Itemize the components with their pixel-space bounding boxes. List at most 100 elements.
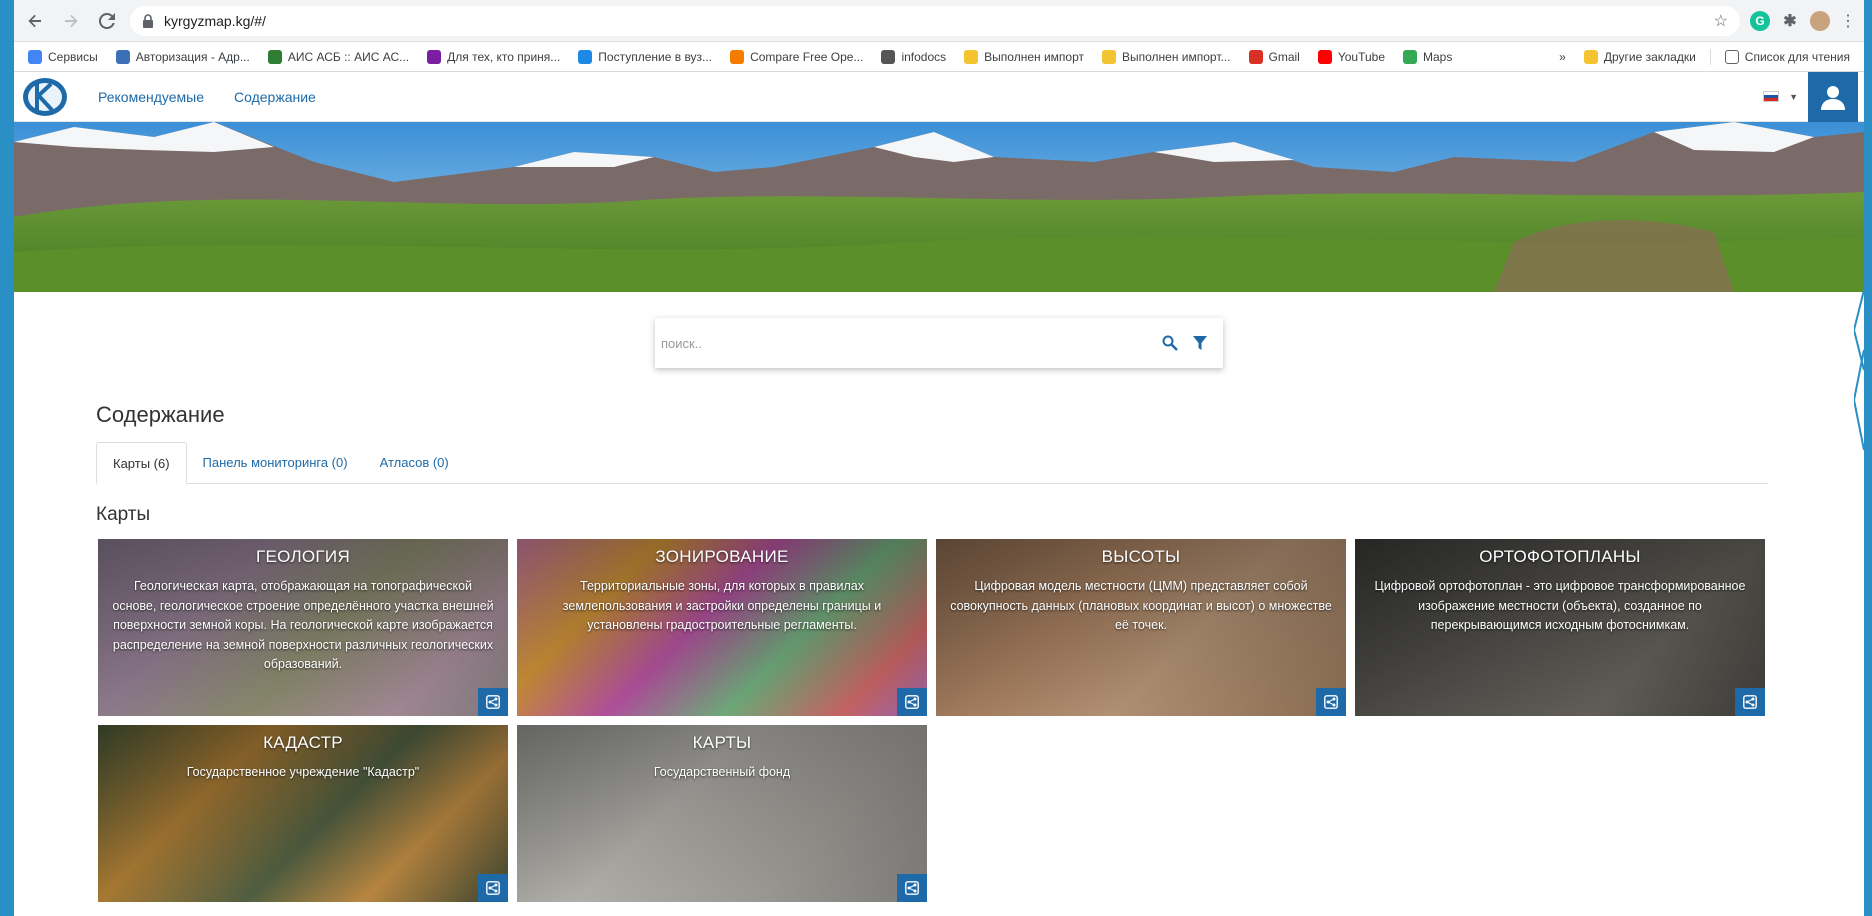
main-content: Содержание Карты (6) Панель мониторинга (… bbox=[14, 402, 1864, 902]
map-card-body: ВЫСОТЫ Цифровая модель местности (ЦММ) пр… bbox=[936, 539, 1346, 636]
site-logo[interactable] bbox=[20, 75, 70, 119]
bookmark-favicon-icon bbox=[427, 49, 442, 64]
bookmark-item[interactable]: Сервисы bbox=[20, 49, 106, 64]
grammarly-extension-icon[interactable]: G bbox=[1750, 10, 1770, 31]
map-card-description: Государственное учреждение "Кадастр" bbox=[186, 765, 420, 779]
nav-contents-link[interactable]: Содержание bbox=[234, 89, 316, 105]
user-account-button[interactable] bbox=[1808, 71, 1858, 122]
share-icon bbox=[486, 695, 500, 709]
bookmark-favicon-icon bbox=[730, 49, 745, 64]
map-card-title: ОРТОФОТОПЛАНЫ bbox=[1479, 547, 1641, 566]
content-tab[interactable]: Панель мониторинга (0) bbox=[187, 442, 364, 483]
bookmark-item[interactable]: Выполнен импорт... bbox=[1094, 49, 1239, 64]
share-icon bbox=[1324, 695, 1338, 709]
site-nav: Рекомендуемые Содержание bbox=[98, 89, 316, 105]
reload-icon bbox=[99, 12, 115, 29]
arrow-right-icon bbox=[65, 14, 78, 27]
bookmark-item[interactable]: Compare Free Ope... bbox=[722, 49, 871, 64]
reading-list-icon bbox=[1724, 49, 1739, 64]
share-button[interactable] bbox=[478, 874, 508, 902]
forward-button[interactable] bbox=[58, 8, 84, 34]
bookmark-label: Gmail bbox=[1268, 49, 1300, 64]
map-card[interactable]: КАРТЫ Государственный фонд bbox=[517, 725, 927, 902]
browser-toolbar: kyrgyzmap.kg/#/ ☆ G ✱ ⋮ bbox=[14, 0, 1864, 42]
bookmark-item[interactable]: Выполнен импорт bbox=[956, 49, 1092, 64]
language-caret-icon[interactable]: ▼ bbox=[1789, 92, 1798, 102]
share-icon bbox=[1743, 695, 1757, 709]
map-card-body: ОРТОФОТОПЛАНЫ Цифровой ортофотоплан - это… bbox=[1355, 539, 1765, 636]
share-icon bbox=[486, 881, 500, 895]
share-button[interactable] bbox=[1735, 688, 1765, 716]
browser-menu-icon[interactable]: ⋮ bbox=[1840, 11, 1856, 31]
bookmark-label: YouTube bbox=[1337, 49, 1386, 64]
bookmark-label: Поступление в вуз... bbox=[598, 49, 713, 64]
bookmark-item[interactable]: Для тех, кто приня... bbox=[419, 49, 568, 64]
bookmark-label: Для тех, кто приня... bbox=[447, 49, 561, 64]
bookmark-label: infodocs bbox=[901, 49, 947, 64]
bookmark-favicon-icon bbox=[115, 49, 130, 64]
bookmark-label: Maps bbox=[1423, 49, 1453, 64]
share-button[interactable] bbox=[897, 688, 927, 716]
bookmarks-separator bbox=[1709, 48, 1711, 65]
other-bookmarks-folder[interactable]: Другие закладки bbox=[1576, 49, 1704, 64]
map-card-body: КАРТЫ Государственный фонд bbox=[517, 725, 927, 783]
bookmark-item[interactable]: infodocs bbox=[873, 49, 954, 64]
extensions-puzzle-icon[interactable]: ✱ bbox=[1780, 11, 1800, 31]
bookmark-label: Сервисы bbox=[48, 49, 98, 64]
share-icon bbox=[905, 881, 919, 895]
address-bar[interactable]: kyrgyzmap.kg/#/ ☆ bbox=[130, 5, 1740, 36]
share-button[interactable] bbox=[897, 874, 927, 902]
map-card-body: КАДАСТР Государственное учреждение "Кадас… bbox=[98, 725, 508, 783]
search-area bbox=[14, 318, 1864, 368]
content-tab[interactable]: Атласов (0) bbox=[364, 442, 465, 483]
maps-grid: ГЕОЛОГИЯ Геологическая карта, отображающа… bbox=[98, 539, 1864, 902]
map-card[interactable]: ОРТОФОТОПЛАНЫ Цифровой ортофотоплан - это… bbox=[1355, 539, 1765, 716]
search-box bbox=[655, 318, 1223, 368]
map-card-title: ВЫСОТЫ bbox=[1101, 547, 1181, 566]
map-card-description: Государственный фонд bbox=[653, 765, 791, 779]
map-card[interactable]: ВЫСОТЫ Цифровая модель местности (ЦММ) пр… bbox=[936, 539, 1346, 716]
share-button[interactable] bbox=[1316, 688, 1346, 716]
bookmark-item[interactable]: АИС АСБ :: АИС АС... bbox=[260, 49, 417, 64]
reading-list-label: Список для чтения bbox=[1744, 49, 1850, 64]
language-flag-icon[interactable] bbox=[1763, 91, 1780, 102]
bookmark-label: АИС АСБ :: АИС АС... bbox=[287, 49, 410, 64]
slide-frame-decoration bbox=[1854, 290, 1864, 451]
map-card-title: ГЕОЛОГИЯ bbox=[255, 547, 351, 566]
search-input[interactable] bbox=[661, 335, 1155, 351]
arrow-left-icon bbox=[28, 14, 41, 27]
content-tabs: Карты (6) Панель мониторинга (0) Атласов (… bbox=[96, 442, 1768, 484]
bookmark-favicon-icon bbox=[1248, 49, 1263, 64]
back-button[interactable] bbox=[22, 8, 48, 34]
bookmark-label: Выполнен импорт bbox=[984, 49, 1084, 64]
bookmark-item[interactable]: Поступление в вуз... bbox=[570, 49, 720, 64]
map-card-title: КАРТЫ bbox=[692, 733, 752, 752]
reload-button[interactable] bbox=[94, 8, 120, 34]
bookmark-favicon-icon bbox=[1102, 49, 1116, 64]
mountain-banner-image bbox=[14, 122, 1864, 292]
bookmark-favicon-icon bbox=[267, 49, 282, 64]
map-card[interactable]: ГЕОЛОГИЯ Геологическая карта, отображающа… bbox=[98, 539, 508, 716]
map-card[interactable]: КАДАСТР Государственное учреждение "Кадас… bbox=[98, 725, 508, 902]
profile-avatar[interactable] bbox=[1810, 10, 1830, 31]
map-card-description: Геологическая карта, отображающая на топ… bbox=[112, 579, 494, 671]
share-icon bbox=[905, 695, 919, 709]
reading-list-button[interactable]: Список для чтения bbox=[1717, 49, 1858, 64]
maps-section-title: Карты bbox=[96, 504, 151, 525]
filter-button[interactable] bbox=[1185, 328, 1215, 358]
bookmark-item[interactable]: Gmail bbox=[1241, 49, 1308, 64]
nav-recommended-link[interactable]: Рекомендуемые bbox=[98, 89, 204, 105]
bookmark-star-icon[interactable]: ☆ bbox=[1714, 11, 1728, 31]
bookmark-item[interactable]: YouTube bbox=[1310, 49, 1393, 64]
bookmark-item[interactable]: Maps bbox=[1395, 49, 1460, 64]
bookmark-label: Авторизация - Адр... bbox=[135, 49, 250, 64]
map-card[interactable]: ЗОНИРОВАНИЕ Территориальные зоны, для кот… bbox=[517, 539, 927, 716]
folder-icon bbox=[1583, 49, 1598, 64]
bookmarks-overflow-button[interactable]: » bbox=[1551, 50, 1574, 64]
kyrgyzmap-logo-icon bbox=[23, 77, 67, 116]
share-button[interactable] bbox=[478, 688, 508, 716]
bookmark-item[interactable]: Авторизация - Адр... bbox=[108, 49, 258, 64]
search-button[interactable] bbox=[1155, 328, 1185, 358]
content-tab[interactable]: Карты (6) bbox=[96, 442, 187, 484]
bookmark-favicon-icon bbox=[28, 49, 42, 64]
